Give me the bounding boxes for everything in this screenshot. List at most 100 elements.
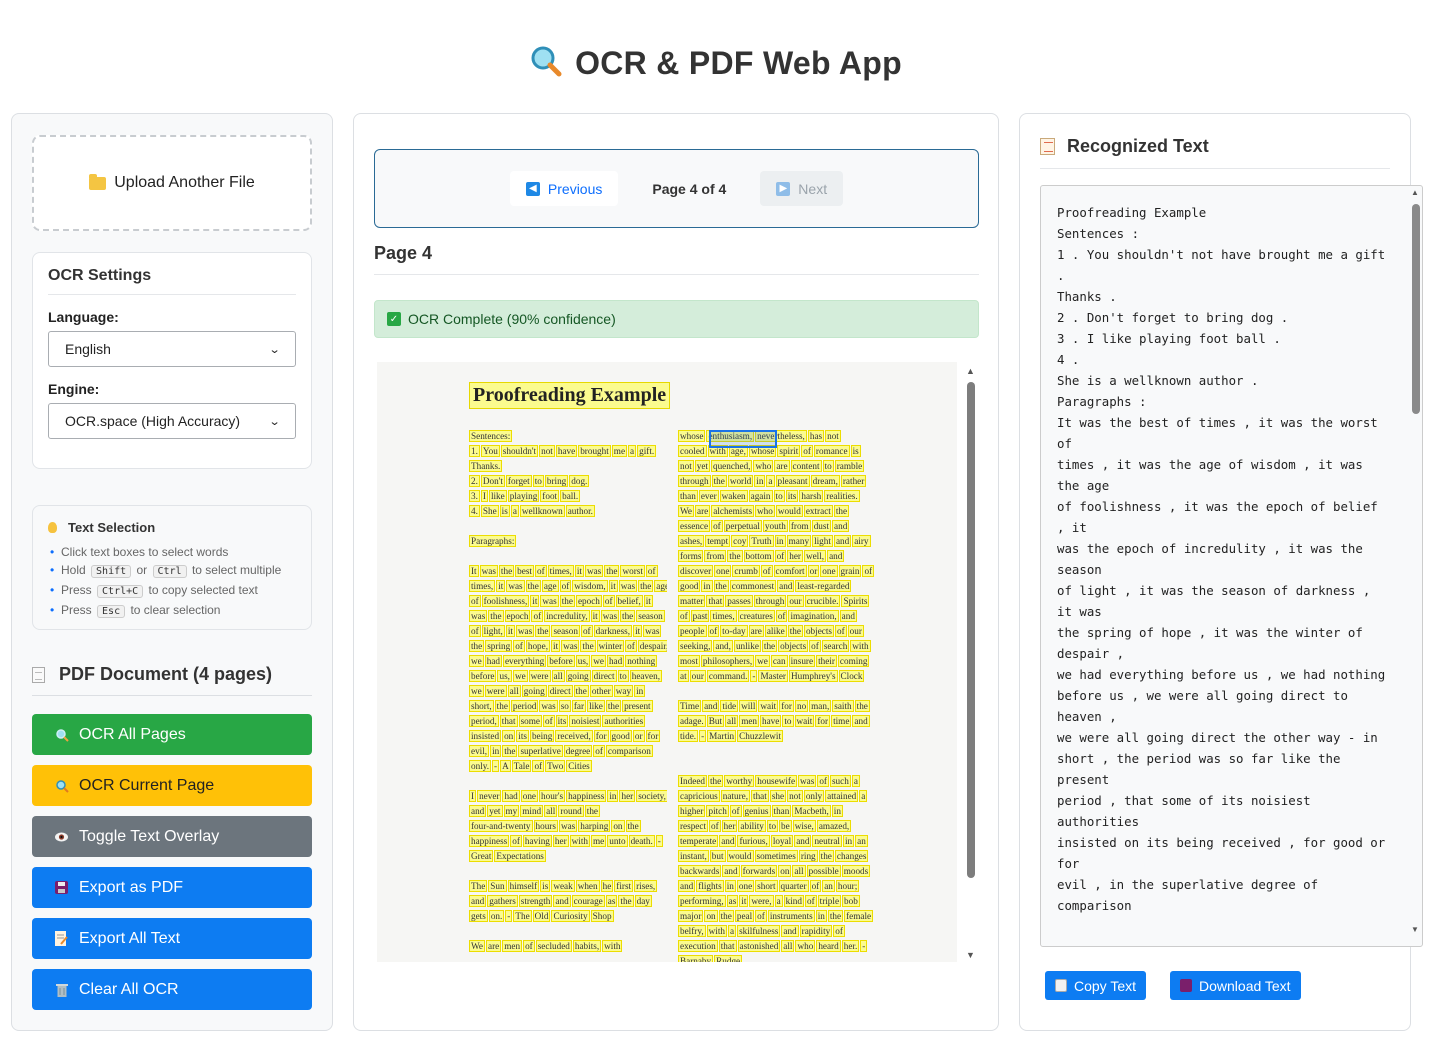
word-box[interactable]: Chuzzlewit xyxy=(737,730,783,742)
word-box[interactable]: are xyxy=(486,940,502,952)
word-box[interactable]: weak xyxy=(551,880,575,892)
word-box[interactable]: search xyxy=(821,640,850,652)
word-box[interactable]: imagination, xyxy=(788,610,839,622)
word-box[interactable]: are xyxy=(774,460,790,472)
word-box[interactable]: direct xyxy=(547,685,573,697)
clear-all-ocr-button[interactable]: Clear All OCR xyxy=(32,969,312,1010)
previous-page-button[interactable]: ◀ Previous xyxy=(509,171,619,206)
word-box[interactable]: many xyxy=(786,535,812,547)
word-box[interactable]: We xyxy=(469,940,486,952)
toggle-text-overlay-button[interactable]: Toggle Text Overlay xyxy=(32,816,312,857)
word-box[interactable]: youth xyxy=(762,520,788,532)
copy-text-button[interactable]: Copy Text xyxy=(1045,971,1146,1000)
word-box[interactable]: comparison xyxy=(605,745,653,757)
word-box[interactable]: the xyxy=(494,700,510,712)
word-box[interactable]: Spirits xyxy=(841,595,870,607)
word-box[interactable]: light xyxy=(812,535,833,547)
word-box[interactable]: neutral xyxy=(812,835,842,847)
word-box[interactable]: the xyxy=(502,745,518,757)
word-box[interactable]: of xyxy=(711,520,723,532)
word-box[interactable]: season xyxy=(636,610,665,622)
word-box[interactable]: were xyxy=(484,685,507,697)
word-box[interactable]: the xyxy=(827,910,844,922)
word-box[interactable]: was xyxy=(558,820,578,832)
word-box[interactable]: of xyxy=(559,580,572,592)
word-box[interactable]: are xyxy=(748,625,764,637)
word-box[interactable]: female xyxy=(844,910,874,922)
word-box[interactable]: times, xyxy=(469,580,496,592)
word-box[interactable]: attained xyxy=(825,790,859,802)
word-box[interactable]: it xyxy=(505,625,515,637)
ocr-current-page-button[interactable]: OCR Current Page xyxy=(32,765,312,806)
word-box[interactable]: rather xyxy=(840,475,867,487)
word-box[interactable]: the xyxy=(525,580,541,592)
word-box[interactable]: all xyxy=(551,670,565,682)
word-box[interactable]: wisdom, xyxy=(572,580,608,592)
word-box[interactable]: our xyxy=(689,670,706,682)
word-box[interactable]: performing, xyxy=(678,895,726,907)
word-box[interactable]: far xyxy=(571,700,587,712)
scrollbar-thumb[interactable] xyxy=(967,382,975,878)
word-box[interactable]: gets xyxy=(469,910,488,922)
word-box[interactable]: - xyxy=(699,730,707,742)
word-box[interactable]: and xyxy=(469,805,487,817)
word-box[interactable]: rapidity xyxy=(799,925,833,937)
word-box[interactable]: belief, xyxy=(615,595,643,607)
word-box[interactable]: 1. xyxy=(469,445,480,457)
word-box[interactable]: Martin xyxy=(707,730,737,742)
word-box[interactable]: she xyxy=(769,790,787,802)
word-box[interactable]: on xyxy=(502,730,516,742)
word-box[interactable]: their xyxy=(816,655,837,667)
word-box[interactable]: of xyxy=(775,610,788,622)
word-box[interactable]: one xyxy=(714,565,732,577)
word-box[interactable]: forms xyxy=(678,550,704,562)
word-box[interactable]: adage. xyxy=(678,715,706,727)
word-box[interactable]: of xyxy=(760,565,773,577)
word-box[interactable]: objects xyxy=(803,625,834,637)
word-box[interactable]: to xyxy=(617,670,629,682)
word-box[interactable]: wait xyxy=(758,700,779,712)
word-box[interactable]: ramble xyxy=(834,460,865,472)
word-box[interactable]: pitch xyxy=(706,805,729,817)
word-box[interactable]: A xyxy=(500,760,511,772)
word-box[interactable]: passes xyxy=(725,595,753,607)
word-box[interactable]: Indeed xyxy=(678,775,707,787)
word-box[interactable]: himself xyxy=(507,880,540,892)
word-box[interactable]: with xyxy=(602,940,623,952)
word-box[interactable]: an xyxy=(822,880,835,892)
word-box[interactable]: period, xyxy=(469,715,499,727)
word-box[interactable]: an xyxy=(855,835,868,847)
word-box[interactable]: winter xyxy=(596,640,625,652)
word-box[interactable]: its xyxy=(555,715,569,727)
word-box[interactable]: respect xyxy=(678,820,709,832)
word-box[interactable]: the xyxy=(833,505,850,517)
word-box[interactable]: Two xyxy=(545,760,566,772)
word-box[interactable]: on xyxy=(611,820,625,832)
word-box[interactable]: Macbeth, xyxy=(792,805,831,817)
word-box[interactable]: extract xyxy=(803,505,833,517)
word-box[interactable]: waken xyxy=(719,490,748,502)
word-box[interactable]: are xyxy=(695,505,711,517)
word-box[interactable]: a xyxy=(628,445,637,457)
word-box[interactable]: of xyxy=(709,820,721,832)
word-box[interactable]: on xyxy=(704,910,718,922)
word-box[interactable]: it xyxy=(608,580,618,592)
word-box[interactable]: were, xyxy=(749,895,774,907)
word-box[interactable]: for xyxy=(779,700,794,712)
word-box[interactable]: had xyxy=(502,790,520,802)
word-box[interactable]: never xyxy=(477,790,502,802)
word-box[interactable]: the xyxy=(620,610,636,622)
word-box[interactable]: was xyxy=(618,580,638,592)
word-box[interactable]: of xyxy=(523,940,535,952)
word-box[interactable]: is xyxy=(499,505,510,517)
word-box[interactable]: Expectations xyxy=(494,850,546,862)
word-box[interactable]: way xyxy=(613,685,634,697)
word-box[interactable]: of xyxy=(678,610,690,622)
word-box[interactable]: dust xyxy=(811,520,832,532)
word-box[interactable]: Truth xyxy=(749,535,774,547)
word-box[interactable]: capricious xyxy=(678,790,720,802)
word-box[interactable]: the xyxy=(638,580,654,592)
word-box[interactable]: of xyxy=(580,625,593,637)
word-box[interactable]: possible xyxy=(806,865,841,877)
word-box[interactable]: sometimes xyxy=(754,850,798,862)
